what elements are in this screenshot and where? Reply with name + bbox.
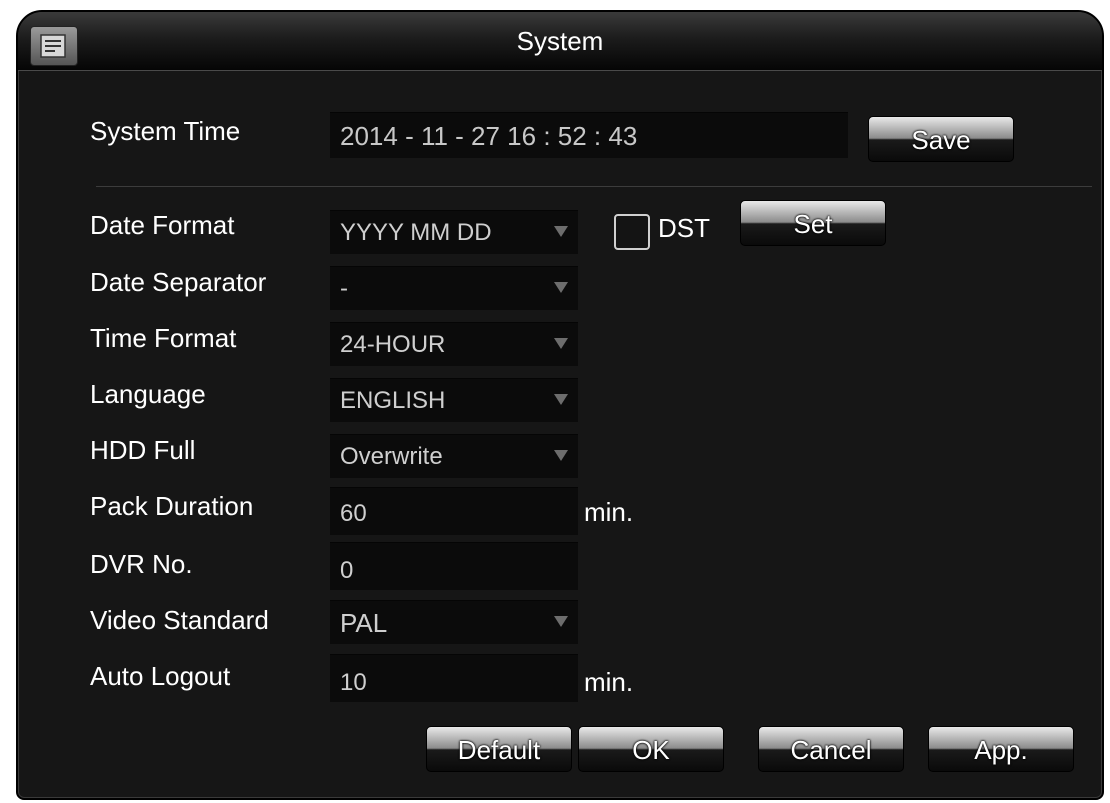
hdd-full-label: HDD Full xyxy=(90,435,196,465)
chevron-down-icon xyxy=(554,338,568,349)
set-button-label: Set xyxy=(793,209,833,239)
cancel-button-label: Cancel xyxy=(790,735,872,765)
video-standard-dropdown[interactable]: PAL xyxy=(330,600,578,644)
chevron-down-icon xyxy=(554,394,568,405)
dst-label: DST xyxy=(658,213,710,243)
date-format-value: YYYY MM DD xyxy=(340,219,492,246)
dst-checkbox[interactable] xyxy=(614,214,650,250)
language-label: Language xyxy=(90,379,206,409)
pack-duration-input[interactable]: 60 xyxy=(330,487,578,535)
date-separator-value: - xyxy=(340,275,348,302)
apply-button-label: App. xyxy=(974,735,1028,765)
auto-logout-unit: min. xyxy=(584,667,634,697)
date-format-dropdown[interactable]: YYYY MM DD xyxy=(330,210,578,254)
system-time-input[interactable]: 2014 - 11 - 27 16 : 52 : 43 xyxy=(330,112,848,158)
date-format-label: Date Format xyxy=(90,210,235,240)
hdd-full-dropdown[interactable]: Overwrite xyxy=(330,434,578,478)
divider xyxy=(96,186,1092,187)
time-format-dropdown[interactable]: 24-HOUR xyxy=(330,322,578,366)
chevron-down-icon xyxy=(554,226,568,237)
video-standard-value: PAL xyxy=(340,608,388,638)
chevron-down-icon xyxy=(554,282,568,293)
system-time-label: System Time xyxy=(90,116,241,146)
system-dialog: System System Time 2014 - 11 - 27 16 : 5… xyxy=(16,10,1104,800)
ok-button-label: OK xyxy=(632,735,670,765)
save-button-label: Save xyxy=(911,125,971,155)
dvr-no-input[interactable]: 0 xyxy=(330,542,578,590)
dst-set-button[interactable]: Set xyxy=(740,200,886,246)
apply-button[interactable]: App. xyxy=(928,726,1074,772)
save-button[interactable]: Save xyxy=(868,116,1014,162)
date-separator-dropdown[interactable]: - xyxy=(330,266,578,310)
pack-duration-label: Pack Duration xyxy=(90,491,254,521)
chevron-down-icon xyxy=(554,616,568,627)
time-format-value: 24-HOUR xyxy=(340,331,446,358)
time-format-label: Time Format xyxy=(90,323,237,353)
video-standard-label: Video Standard xyxy=(90,605,269,635)
title-bar: System xyxy=(18,12,1102,71)
default-button[interactable]: Default xyxy=(426,726,572,772)
auto-logout-label: Auto Logout xyxy=(90,661,231,691)
language-dropdown[interactable]: ENGLISH xyxy=(330,378,578,422)
default-button-label: Default xyxy=(457,735,541,765)
window-title: System xyxy=(516,26,604,56)
pack-duration-unit: min. xyxy=(584,497,634,527)
cancel-button[interactable]: Cancel xyxy=(758,726,904,772)
chevron-down-icon xyxy=(554,450,568,461)
hdd-full-value: Overwrite xyxy=(340,443,443,470)
dvr-no-label: DVR No. xyxy=(90,549,193,579)
date-separator-label: Date Separator xyxy=(90,267,267,297)
ok-button[interactable]: OK xyxy=(578,726,724,772)
language-value: ENGLISH xyxy=(340,387,446,414)
auto-logout-input[interactable]: 10 xyxy=(330,654,578,702)
